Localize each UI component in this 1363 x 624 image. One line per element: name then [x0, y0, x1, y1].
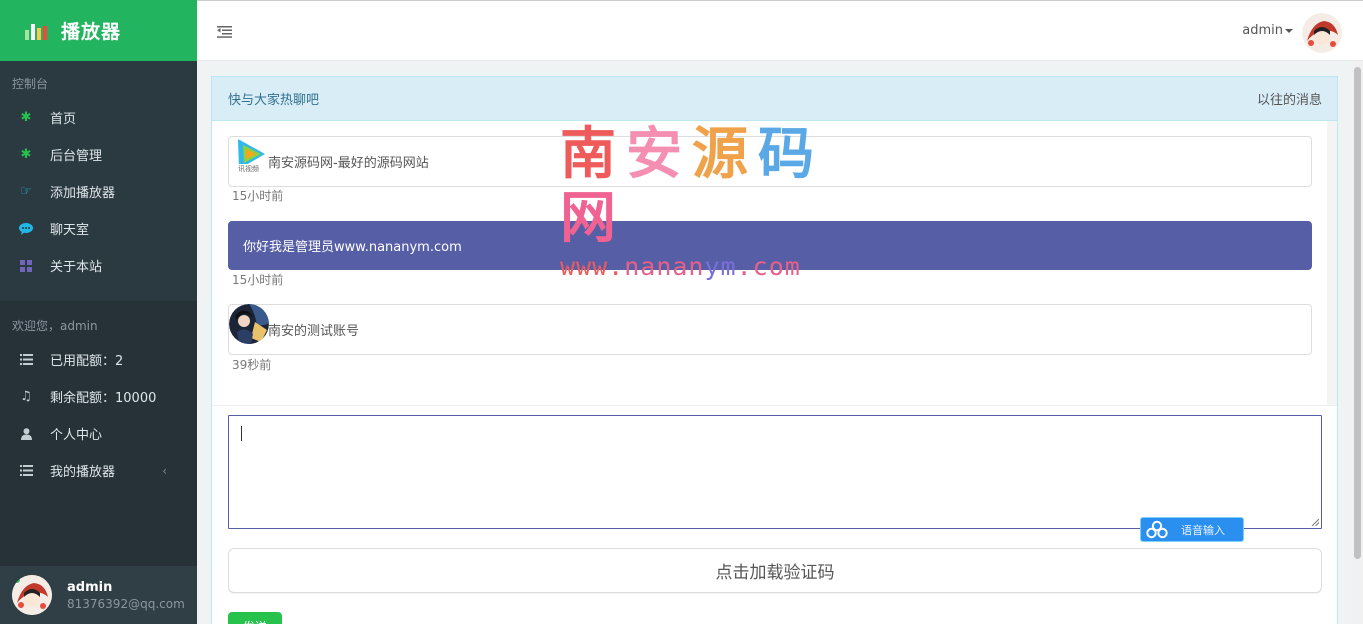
chat-panel: 快与大家热聊吧 以往的消息 讯视频 南安源码网-最好的源码网站 15小时前 你好…	[211, 76, 1338, 624]
divider	[212, 405, 1337, 406]
asterisk-icon: ✱	[20, 147, 32, 162]
sidebar: 播放器 控制台 ✱ 首页 ✱ 后台管理 ☞ 添加播放器 聊天室 关于本站 欢迎您…	[0, 0, 197, 624]
nav-section-console: 控制台	[12, 77, 49, 91]
chat-message: 南安的测试账号	[228, 304, 1312, 355]
user-menu-label: admin	[1242, 23, 1283, 38]
indent-icon[interactable]	[217, 24, 232, 38]
chat-message-text: 南安源码网-最好的源码网站	[268, 156, 429, 171]
sidebar-item-label: 个人中心	[50, 428, 103, 443]
sidebar-item-label: 添加播放器	[50, 186, 116, 201]
brand[interactable]: 播放器	[0, 0, 197, 61]
sidebar-item-about[interactable]: 关于本站	[0, 247, 197, 284]
sidebar-item-my-players[interactable]: 我的播放器 ‹	[0, 452, 197, 489]
user-name: admin	[67, 579, 113, 595]
chat-message: 讯视频 南安源码网-最好的源码网站	[228, 136, 1312, 187]
anime-avatar	[229, 304, 269, 344]
chat-panel-heading: 快与大家热聊吧 以往的消息	[212, 77, 1337, 121]
chat-messages: 讯视频 南安源码网-最好的源码网站 15小时前 你好我是管理员www.nanan…	[212, 121, 1337, 405]
header-avatar[interactable]	[1302, 13, 1342, 53]
chat-bubble-icon	[19, 222, 33, 236]
brand-title: 播放器	[61, 21, 122, 43]
sidebar-item-remaining-quota[interactable]: ♫ 剩余配额：10000	[0, 378, 197, 415]
grid-icon	[19, 259, 33, 273]
chevron-left-icon: ‹	[162, 463, 167, 478]
voice-input-button[interactable]: 语音输入	[1140, 517, 1244, 542]
sidebar-item-admin[interactable]: ✱ 后台管理	[0, 136, 197, 173]
sidebar-item-used-quota[interactable]: 已用配额：2	[0, 341, 197, 378]
chat-message-time: 39秒前	[232, 358, 272, 372]
sidebar-item-profile[interactable]: 个人中心	[0, 415, 197, 452]
chat-message-text: 你好我是管理员www.nananym.com	[243, 240, 462, 255]
send-button[interactable]: 发送	[228, 612, 282, 624]
online-status-dot	[13, 576, 21, 584]
chat-message-time: 15小时前	[232, 273, 284, 287]
sidebar-user-card[interactable]: admin 81376392@qq.com	[0, 566, 197, 624]
load-captcha-button[interactable]: 点击加载验证码	[228, 548, 1322, 593]
user-email: 81376392@qq.com	[67, 596, 185, 611]
history-link[interactable]: 以往的消息	[1257, 89, 1322, 108]
nav-main: 控制台 ✱ 首页 ✱ 后台管理 ☞ 添加播放器 聊天室 关于本站	[0, 61, 197, 301]
chat-message-time: 15小时前	[232, 189, 284, 203]
sidebar-item-label: 剩余配额：10000	[50, 391, 157, 406]
sidebar-item-label: 关于本站	[50, 260, 103, 275]
sidebar-item-label: 首页	[50, 112, 77, 127]
page-scrollbar[interactable]	[1352, 61, 1363, 624]
sidebar-item-label: 聊天室	[50, 223, 90, 238]
cloud-icon	[1146, 520, 1168, 538]
caret-down-icon	[1285, 28, 1293, 33]
sidebar-item-chat[interactable]: 聊天室	[0, 210, 197, 247]
nav-section-welcome: 欢迎您，admin	[12, 319, 98, 333]
bar-chart-icon	[25, 22, 47, 40]
user-menu-dropdown[interactable]: admin	[1242, 23, 1293, 38]
avatar	[12, 575, 52, 615]
chat-scrollbar[interactable]	[1327, 121, 1337, 405]
music-icon: ♫	[20, 389, 32, 404]
sidebar-item-add-player[interactable]: ☞ 添加播放器	[0, 173, 197, 210]
chat-message-admin: 你好我是管理员www.nananym.com	[228, 221, 1312, 270]
top-header: admin	[197, 0, 1363, 61]
asterisk-icon: ✱	[20, 110, 32, 125]
sidebar-item-label: 我的播放器	[50, 465, 116, 480]
chat-heading-title: 快与大家热聊吧	[228, 93, 320, 108]
user-icon	[19, 427, 33, 441]
voice-input-label: 语音输入	[1181, 523, 1225, 537]
nav-user: 欢迎您，admin 已用配额：2 ♫ 剩余配额：10000 个人中心 我的播放器…	[0, 301, 197, 489]
chat-message-text: 南安的测试账号	[268, 324, 360, 339]
chat-input[interactable]	[228, 415, 1322, 529]
hand-pointer-icon: ☞	[20, 184, 32, 199]
sidebar-item-label: 后台管理	[50, 149, 103, 164]
resize-grip-icon[interactable]	[1311, 518, 1319, 526]
tencent-video-logo-icon: 讯视频	[231, 135, 271, 175]
svg-text:讯视频: 讯视频	[238, 164, 259, 173]
list-icon	[19, 464, 33, 478]
page-scrollbar-thumb[interactable]	[1354, 67, 1361, 559]
text-cursor	[241, 426, 242, 441]
sidebar-item-label: 已用配额：2	[50, 354, 124, 369]
sidebar-item-home[interactable]: ✱ 首页	[0, 99, 197, 136]
list-icon	[19, 353, 33, 367]
